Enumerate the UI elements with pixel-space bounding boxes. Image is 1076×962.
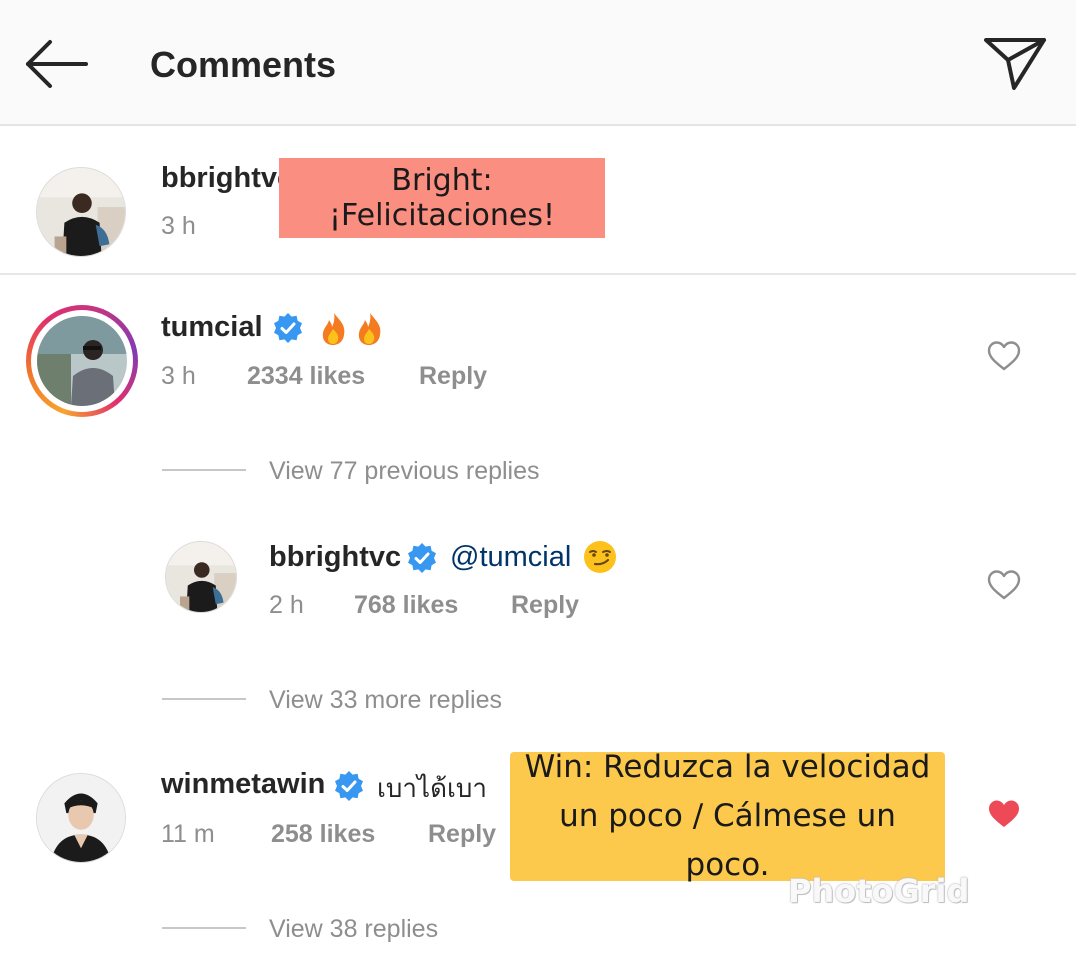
comment-time: 11 m [161,820,215,848]
thread-line [162,927,246,929]
avatar-winmetawin[interactable] [36,773,126,863]
arrow-left-icon[interactable] [22,38,90,90]
comment-time: 2 h [269,591,304,619]
comment-username[interactable]: tumcial [161,311,263,344]
heart-filled-icon[interactable] [987,798,1021,830]
translation-overlay: Bright: ¡Felicitaciones! [279,158,605,238]
smirk-emoji-icon [584,541,616,573]
avatar-tumcial[interactable] [26,305,138,417]
comment-text: เบาได้เบา [377,774,487,804]
translation-overlay: Win: Reduzca la velocidad un poco / Cálm… [510,749,945,883]
reply-button[interactable]: Reply [428,820,496,849]
thread-line [162,698,246,700]
thread-line [162,469,246,471]
heart-outline-icon[interactable] [987,569,1021,601]
avatar-image [37,168,125,256]
avatar-bbrightvc[interactable] [36,167,126,257]
avatar-image [37,774,125,862]
reply-button[interactable]: Reply [419,362,487,391]
comment-time: 3 h [161,212,196,240]
avatar-image [37,316,127,406]
comment-text [316,311,388,355]
view-replies-button[interactable]: View 38 replies [269,915,438,944]
divider [0,273,1076,275]
fire-emoji-icon [322,313,381,345]
verified-badge-icon [274,313,302,343]
verified-badge-icon [335,771,363,801]
heart-outline-icon[interactable] [987,340,1021,372]
like-count[interactable]: 768 likes [354,591,458,620]
comment-username[interactable]: winmetawin [161,768,325,801]
mention-link[interactable]: @tumcial [450,541,571,574]
comment-username[interactable]: bbrightvc [161,162,293,195]
view-replies-button[interactable]: View 77 previous replies [269,457,540,486]
like-count[interactable]: 258 likes [271,820,375,849]
watermark-logo: PhotoGrid [788,872,970,910]
reply-button[interactable]: Reply [511,591,579,620]
comments-header: Comments [0,0,1076,126]
like-count[interactable]: 2334 likes [247,362,365,391]
avatar-image [166,542,236,612]
page-title: Comments [150,44,337,85]
verified-badge-icon [408,543,436,573]
paper-plane-icon[interactable] [980,32,1050,94]
comment-time: 3 h [161,362,196,390]
view-replies-button[interactable]: View 33 more replies [269,686,502,715]
comment-username[interactable]: bbrightvc [269,541,401,574]
avatar-bbrightvc[interactable] [165,541,237,613]
